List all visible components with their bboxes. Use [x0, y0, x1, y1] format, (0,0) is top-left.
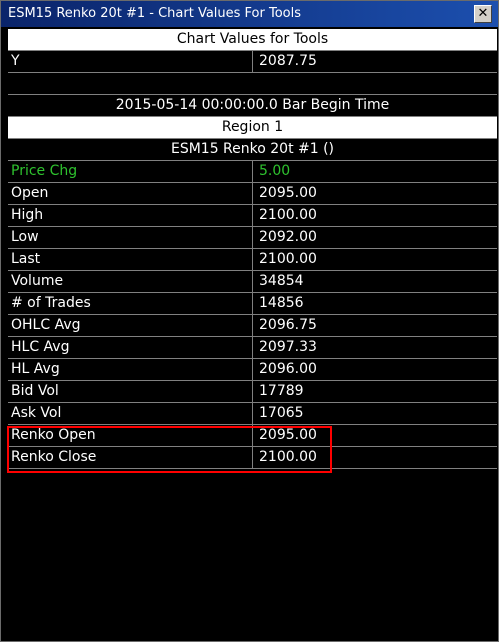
row-value: 14856 [259, 295, 304, 311]
row-value: 17789 [259, 383, 304, 399]
row-value: 17065 [259, 405, 304, 421]
row-value: 2097.33 [259, 339, 317, 355]
column-divider [252, 447, 253, 468]
column-divider [252, 425, 253, 446]
row-value: 2096.00 [259, 361, 317, 377]
row-label: HL Avg [11, 361, 60, 377]
window-title: ESM15 Renko 20t #1 - Chart Values For To… [8, 6, 302, 21]
region-row: Region 1 [8, 117, 497, 139]
row-value: 2092.00 [259, 229, 317, 245]
row-label: Last [11, 251, 41, 267]
values-table: Chart Values for Tools Y 2087.75 2015-05… [8, 29, 497, 639]
row-value: 34854 [259, 273, 304, 289]
chart-name-row: ESM15 Renko 20t #1 () [8, 139, 497, 161]
table-row: Bid Vol 17789 [8, 381, 497, 403]
table-row: Ask Vol 17065 [8, 403, 497, 425]
chart-name: ESM15 Renko 20t #1 () [170, 141, 335, 157]
region-label: Region 1 [221, 119, 284, 135]
y-label: Y [11, 53, 20, 69]
table-row: OHLC Avg 2096.75 [8, 315, 497, 337]
row-label: Volume [11, 273, 64, 289]
title-bar[interactable]: ESM15 Renko 20t #1 - Chart Values For To… [1, 1, 498, 27]
y-value: 2087.75 [259, 53, 317, 69]
column-divider [252, 337, 253, 358]
column-divider [252, 161, 253, 182]
table-header-row: Chart Values for Tools [8, 29, 497, 51]
bar-begin-time: 2015-05-14 00:00:00.0 Bar Begin Time [115, 97, 390, 113]
row-label: Renko Close [11, 449, 97, 465]
row-label: Renko Open [11, 427, 96, 443]
row-label: Ask Vol [11, 405, 62, 421]
row-value: 2100.00 [259, 207, 317, 223]
row-label: Price Chg [11, 163, 78, 179]
row-label: High [11, 207, 44, 223]
row-label: Bid Vol [11, 383, 59, 399]
table-row: Price Chg 5.00 [8, 161, 497, 183]
column-divider [252, 227, 253, 248]
table-row: Low 2092.00 [8, 227, 497, 249]
column-divider [252, 359, 253, 380]
table-row: Renko Close 2100.00 [8, 447, 497, 469]
table-row: Volume 34854 [8, 271, 497, 293]
column-divider [252, 249, 253, 270]
row-label: OHLC Avg [11, 317, 81, 333]
column-divider [252, 381, 253, 402]
table-row: High 2100.00 [8, 205, 497, 227]
row-value: 2100.00 [259, 251, 317, 267]
table-row: Open 2095.00 [8, 183, 497, 205]
table-header: Chart Values for Tools [176, 31, 329, 47]
column-divider [252, 51, 253, 72]
close-icon[interactable]: ✕ [474, 5, 492, 23]
row-value: 2095.00 [259, 427, 317, 443]
row-value: 2096.75 [259, 317, 317, 333]
column-divider [252, 271, 253, 292]
row-value: 5.00 [259, 163, 291, 179]
row-value: 2095.00 [259, 185, 317, 201]
column-divider [252, 293, 253, 314]
row-label: # of Trades [11, 295, 91, 311]
column-divider [252, 403, 253, 424]
table-row: Last 2100.00 [8, 249, 497, 271]
column-divider [252, 205, 253, 226]
row-label: Open [11, 185, 49, 201]
row-value: 2100.00 [259, 449, 317, 465]
column-divider [252, 315, 253, 336]
row-label: Low [11, 229, 39, 245]
table-row: HLC Avg 2097.33 [8, 337, 497, 359]
table-row: Renko Open 2095.00 [8, 425, 497, 447]
table-row: # of Trades 14856 [8, 293, 497, 315]
row-label: HLC Avg [11, 339, 70, 355]
data-rows: Price Chg 5.00 Open 2095.00 High 2100.00 Low 20… [8, 161, 497, 469]
bar-time-row: 2015-05-14 00:00:00.0 Bar Begin Time [8, 95, 497, 117]
column-divider [252, 183, 253, 204]
table-row: HL Avg 2096.00 [8, 359, 497, 381]
y-row: Y 2087.75 [8, 51, 497, 73]
chart-values-window: ESM15 Renko 20t #1 - Chart Values For To… [0, 0, 499, 642]
blank-row [8, 73, 497, 95]
